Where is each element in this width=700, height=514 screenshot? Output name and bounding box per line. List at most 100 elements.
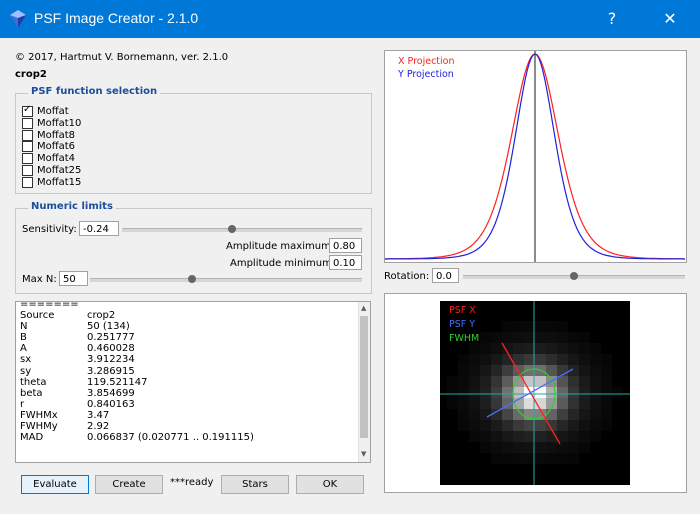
psf-pixel bbox=[502, 376, 513, 387]
amplitude-max-input[interactable]: 0.80 bbox=[329, 238, 362, 253]
psf-option-moffat8[interactable]: Moffat8 bbox=[22, 129, 75, 142]
numeric-limits-group-title: Numeric limits bbox=[28, 201, 116, 212]
psf-pixel bbox=[601, 376, 612, 387]
result-key: A bbox=[20, 343, 27, 355]
scroll-down-icon[interactable]: ▼ bbox=[361, 450, 366, 458]
psf-x-legend: PSF X bbox=[449, 305, 476, 316]
psf-pixel bbox=[557, 332, 568, 343]
psf-pixel bbox=[601, 420, 612, 431]
psf-option-moffat25[interactable]: Moffat25 bbox=[22, 165, 81, 177]
checkbox[interactable] bbox=[22, 165, 33, 176]
psf-pixel bbox=[491, 442, 502, 453]
create-button[interactable]: Create bbox=[95, 475, 163, 494]
rotation-input[interactable]: 0.0 bbox=[432, 268, 459, 283]
psf-option-moffat15[interactable]: Moffat15 bbox=[22, 176, 81, 189]
psf-pixel bbox=[535, 453, 546, 464]
psf-pixel bbox=[524, 398, 535, 409]
results-textarea[interactable]: ======= Source crop2 N 50 (134) B 0.251777 A 0.4… bbox=[15, 301, 371, 463]
results-scrollbar[interactable]: ▲ ▼ bbox=[358, 302, 370, 462]
psf-pixel bbox=[480, 354, 491, 365]
result-value: crop2 bbox=[87, 310, 116, 322]
psf-pixel bbox=[513, 453, 524, 464]
sensitivity-label: Sensitivity: bbox=[22, 224, 77, 235]
psf-pixel bbox=[579, 398, 590, 409]
checkbox[interactable] bbox=[22, 129, 33, 141]
psf-option-moffat[interactable]: Moffat bbox=[22, 104, 69, 118]
psf-pixel bbox=[535, 332, 546, 343]
max-n-label: Max N: bbox=[22, 274, 57, 285]
psf-pixel bbox=[535, 354, 546, 365]
psf-pixel bbox=[480, 431, 491, 442]
psf-pixel bbox=[502, 453, 513, 464]
psf-pixel bbox=[502, 431, 513, 442]
scroll-up-icon[interactable]: ▲ bbox=[361, 304, 366, 312]
result-key: MAD bbox=[20, 432, 44, 444]
max-n-input[interactable]: 50 bbox=[59, 271, 88, 286]
scroll-thumb[interactable] bbox=[360, 316, 368, 438]
help-button[interactable]: ? bbox=[588, 0, 636, 38]
psf-pixel bbox=[546, 409, 557, 420]
psf-pixel bbox=[469, 387, 480, 398]
projection-chart bbox=[385, 51, 685, 262]
result-value: 3.286915 bbox=[87, 365, 135, 377]
psf-pixel bbox=[469, 376, 480, 387]
psf-pixel bbox=[524, 343, 535, 354]
psf-pixel bbox=[579, 332, 590, 343]
image-name: crop2 bbox=[15, 69, 47, 80]
psf-pixel bbox=[513, 442, 524, 453]
result-value: 119.521147 bbox=[87, 376, 148, 388]
close-button[interactable]: ✕ bbox=[646, 0, 694, 38]
psf-pixel bbox=[480, 398, 491, 409]
result-value: 3.854699 bbox=[87, 387, 135, 399]
psf-y-legend: PSF Y bbox=[449, 319, 476, 330]
psf-pixel bbox=[447, 387, 458, 398]
psf-pixel bbox=[513, 354, 524, 365]
evaluate-button[interactable]: Evaluate bbox=[21, 475, 89, 494]
result-key: sy bbox=[20, 365, 32, 377]
psf-pixel bbox=[491, 354, 502, 365]
psf-pixel bbox=[590, 398, 601, 409]
amplitude-min-input[interactable]: 0.10 bbox=[329, 255, 362, 270]
psf-pixel bbox=[568, 409, 579, 420]
psf-pixel bbox=[546, 343, 557, 354]
psf-pixel bbox=[469, 409, 480, 420]
psf-option-moffat4[interactable]: Moffat4 bbox=[22, 153, 75, 165]
y-projection-legend: Y Projection bbox=[398, 69, 454, 80]
psf-pixel bbox=[579, 354, 590, 365]
psf-pixel bbox=[557, 321, 568, 332]
result-value: 50 (134) bbox=[87, 321, 130, 333]
checkbox[interactable] bbox=[22, 153, 33, 165]
app-icon bbox=[10, 10, 26, 28]
psf-pixel bbox=[568, 376, 579, 387]
checkbox[interactable] bbox=[22, 176, 33, 188]
max-n-slider-thumb[interactable] bbox=[188, 275, 196, 283]
psf-pixel bbox=[524, 431, 535, 442]
sensitivity-slider-track[interactable] bbox=[122, 228, 362, 232]
psf-pixel bbox=[502, 332, 513, 343]
result-key: r bbox=[20, 398, 25, 410]
psf-pixel bbox=[579, 420, 590, 431]
psf-option-moffat6[interactable]: Moffat6 bbox=[22, 141, 75, 153]
checkbox[interactable] bbox=[22, 117, 33, 129]
checkbox[interactable] bbox=[22, 104, 33, 117]
sensitivity-slider-thumb[interactable] bbox=[228, 225, 236, 233]
max-n-slider-track[interactable] bbox=[90, 278, 362, 282]
psf-pixel bbox=[502, 442, 513, 453]
psf-pixel bbox=[579, 387, 590, 398]
psf-option-moffat10[interactable]: Moffat10 bbox=[22, 117, 81, 130]
psf-pixel bbox=[535, 420, 546, 431]
sensitivity-input[interactable]: -0.24 bbox=[79, 221, 119, 236]
psf-pixel bbox=[491, 376, 502, 387]
rotation-slider-thumb[interactable] bbox=[570, 272, 578, 280]
stars-button[interactable]: Stars bbox=[221, 475, 289, 494]
psf-pixel bbox=[458, 398, 469, 409]
copyright-text: © 2017, Hartmut V. Bornemann, ver. 2.1.0 bbox=[15, 52, 229, 63]
title-bar: PSF Image Creator - 2.1.0 ? ✕ bbox=[0, 0, 700, 38]
amplitude-max-label: Amplitude maximum bbox=[226, 241, 331, 252]
psf-pixel bbox=[557, 453, 568, 464]
checkbox[interactable] bbox=[22, 141, 33, 153]
psf-pixel bbox=[568, 420, 579, 431]
psf-pixel bbox=[491, 453, 502, 464]
ok-button[interactable]: OK bbox=[296, 475, 364, 494]
psf-pixel bbox=[469, 398, 480, 409]
